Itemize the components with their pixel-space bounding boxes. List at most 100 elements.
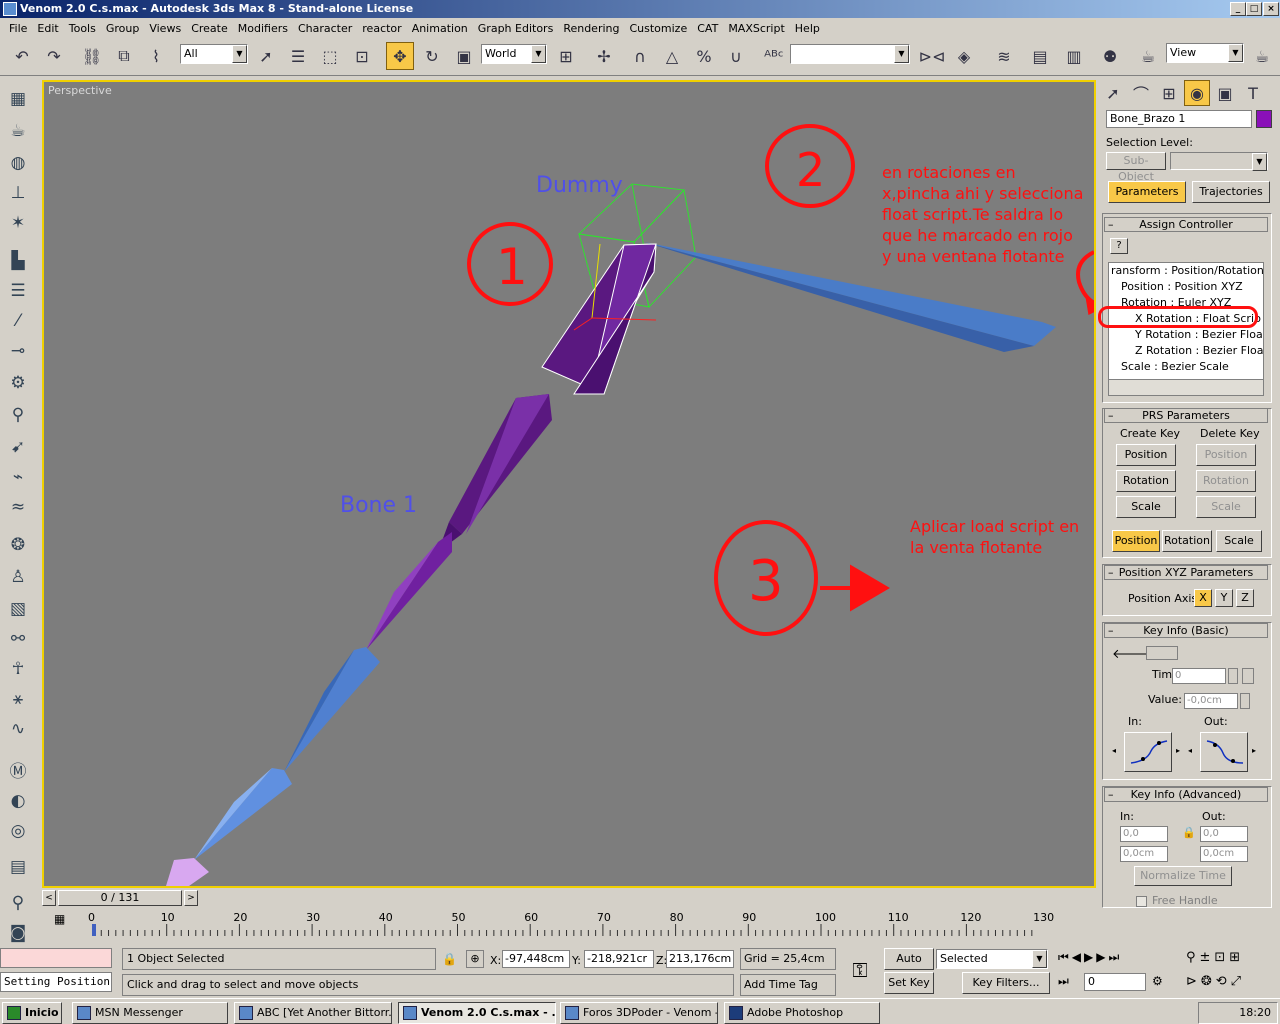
objects-tab-icon[interactable]: ▦ [4,86,32,112]
minimize-button[interactable]: _ [1230,2,1246,16]
wave-icon[interactable]: ≈ [4,494,32,520]
select-rotate-icon[interactable]: ↻ [418,42,446,70]
curve-editor-icon[interactable]: ▤ [1026,42,1054,70]
value-spinner[interactable]: -0,0cm [1184,693,1238,709]
biped-icon[interactable]: ♙ [4,564,32,590]
key-mode-toggle-icon[interactable]: ⏭ [1058,974,1069,989]
time-slider-prev-icon[interactable]: < [42,890,56,906]
set-key-button[interactable]: Set Key [884,972,934,994]
time-spinner-arrows[interactable] [1228,668,1238,684]
angle-snap-icon[interactable]: △ [658,42,686,70]
time-spinner[interactable]: 0 [1172,668,1226,684]
render-scene-icon[interactable]: ☕ [1134,42,1162,70]
close-button[interactable]: × [1263,2,1279,16]
reference-coord-dropdown[interactable]: World ▼ [481,44,547,64]
trajectories-tab[interactable]: Trajectories [1192,181,1270,203]
out-tangent-button[interactable] [1200,732,1248,772]
menu-help[interactable]: Help [790,22,825,35]
joint-icon[interactable]: ⚯ [4,626,32,652]
position-xyz-header[interactable]: – Position XYZ Parameters [1104,565,1268,580]
wind-icon[interactable]: ➹ [4,434,32,460]
menu-modifiers[interactable]: Modifiers [233,22,293,35]
tree-item-scale[interactable]: Scale : Bezier Scale [1121,360,1229,373]
key-mode-dropdown[interactable]: Selected ▼ [936,949,1048,969]
hierarchy-tab-icon[interactable]: ⊞ [1156,80,1182,106]
percent-snap-icon[interactable]: % [690,42,718,70]
time-config-icon[interactable]: ⚙ [1152,974,1163,988]
lock-icon[interactable]: 🔒 [1182,826,1196,839]
timeline-ruler[interactable]: ▦ 0 10 20 30 40 50 60 70 80 90 100 110 120 130 [42,908,1096,938]
camera-icon[interactable]: ◙ [4,920,32,946]
align-icon[interactable]: ◈ [950,42,978,70]
mirror-icon[interactable]: ⊳⊲ [918,42,946,70]
cloth-icon[interactable]: ▧ [4,596,32,622]
create-position-key-button[interactable]: Position [1116,444,1176,466]
adv-in-speed-field[interactable]: 0,0 [1120,826,1168,842]
schematic-view-icon[interactable]: ▥ [1060,42,1088,70]
spinner-snap-icon[interactable]: ∪ [722,42,750,70]
link-icon[interactable]: ⛓ [78,42,106,70]
time-slider-thumb[interactable]: 0 / 131 [58,890,182,906]
star-icon[interactable]: ✶ [4,210,32,236]
menu-graph-editors[interactable]: Graph Editors [473,22,559,35]
auto-key-button[interactable]: Auto Key [884,948,934,985]
controller-tree[interactable]: ransform : Position/Rotation/ Position :… [1108,262,1264,396]
task-3dsmax[interactable]: Venom 2.0 C.s.max - ... [398,1002,556,1024]
viewport-nav-controls[interactable]: ⚲±⊡⊞ [1186,950,1244,965]
menu-edit[interactable]: Edit [32,22,63,35]
manipulate-icon[interactable]: ✢ [590,42,618,70]
task-photoshop[interactable]: Adobe Photoshop [724,1002,880,1024]
tree-item-y-rotation[interactable]: Y Rotation : Bezier Floa [1135,328,1263,341]
perspective-viewport[interactable]: Perspective Dummy Bone 1 1 2 3 en rotaci… [42,80,1096,888]
create-rotation-key-button[interactable]: Rotation [1116,470,1176,492]
deform-icon[interactable]: ⌁ [4,464,32,490]
z-coord-field[interactable]: 213,176cm [666,950,734,968]
search-icon[interactable]: ⚲ [4,890,32,916]
key-filters-button[interactable]: Key Filters... [962,972,1050,994]
prs-parameters-header[interactable]: – PRS Parameters [1104,408,1268,423]
sub-object-button[interactable]: Sub-Object [1106,152,1166,183]
tree-item-z-rotation[interactable]: Z Rotation : Bezier Floa [1135,344,1263,357]
task-msn-messenger[interactable]: MSN Messenger [72,1002,228,1024]
reactor-icon[interactable]: ❂ [4,532,32,558]
window-crossing-icon[interactable]: ⊡ [348,42,376,70]
normalize-time-button[interactable]: Normalize Time [1134,866,1232,886]
sub-object-dropdown[interactable]: ▼ [1170,152,1268,171]
menu-character[interactable]: Character [293,22,357,35]
assign-controller-header[interactable]: – Assign Controller [1104,217,1268,232]
menu-reactor[interactable]: reactor [357,22,406,35]
adv-in-value-field[interactable]: 0,0cm [1120,846,1168,862]
selection-region-icon[interactable]: ⬚ [316,42,344,70]
start-button[interactable]: Inicio [2,1002,62,1024]
sphere-icon[interactable]: ◍ [4,150,32,176]
menu-views[interactable]: Views [144,22,186,35]
edit-named-selection-icon[interactable]: ᴬᴮᶜ [760,42,788,70]
snap-toggle-icon[interactable]: ∩ [626,42,654,70]
absolute-mode-icon[interactable]: ⊕ [466,950,484,968]
task-abc-bittorrent[interactable]: ABC [Yet Another Bittorr... [234,1002,392,1024]
maxscript-listener-output[interactable]: Setting Position [0,972,112,992]
compound-icon[interactable]: ☰ [4,278,32,304]
menu-create[interactable]: Create [186,22,233,35]
redo-icon[interactable]: ↷ [40,42,68,70]
adv-out-speed-field[interactable]: 0,0 [1200,826,1248,842]
track-view-toggle-icon[interactable]: ▦ [54,912,70,930]
value-spinner-arrows[interactable] [1240,693,1250,709]
selection-lock-icon[interactable]: 🔒 [442,952,457,966]
layer-manager-icon[interactable]: ≋ [990,42,1018,70]
teapot-icon[interactable]: ☕ [4,118,32,144]
tree-item-transform[interactable]: ransform : Position/Rotation/ [1111,264,1263,277]
in-tangent-next-icon[interactable]: ▸ [1176,746,1180,755]
x-coord-field[interactable]: -97,448cm [502,950,570,968]
maxscript-listener-input[interactable] [0,948,112,968]
in-tangent-button[interactable] [1124,732,1172,772]
quick-render-icon[interactable]: ☕ [1248,42,1276,70]
globe-icon[interactable]: ◐ [4,788,32,814]
current-frame-field[interactable]: 0 [1084,973,1146,991]
selection-filter-dropdown[interactable]: All ▼ [180,44,248,64]
y-coord-field[interactable]: -218,921cr [584,950,654,968]
prs-rotation-button[interactable]: Rotation [1162,530,1212,552]
unlink-icon[interactable]: ⧉ [110,42,138,70]
assign-controller-button[interactable]: ? [1110,238,1128,254]
render-icon[interactable]: ◎ [4,818,32,844]
